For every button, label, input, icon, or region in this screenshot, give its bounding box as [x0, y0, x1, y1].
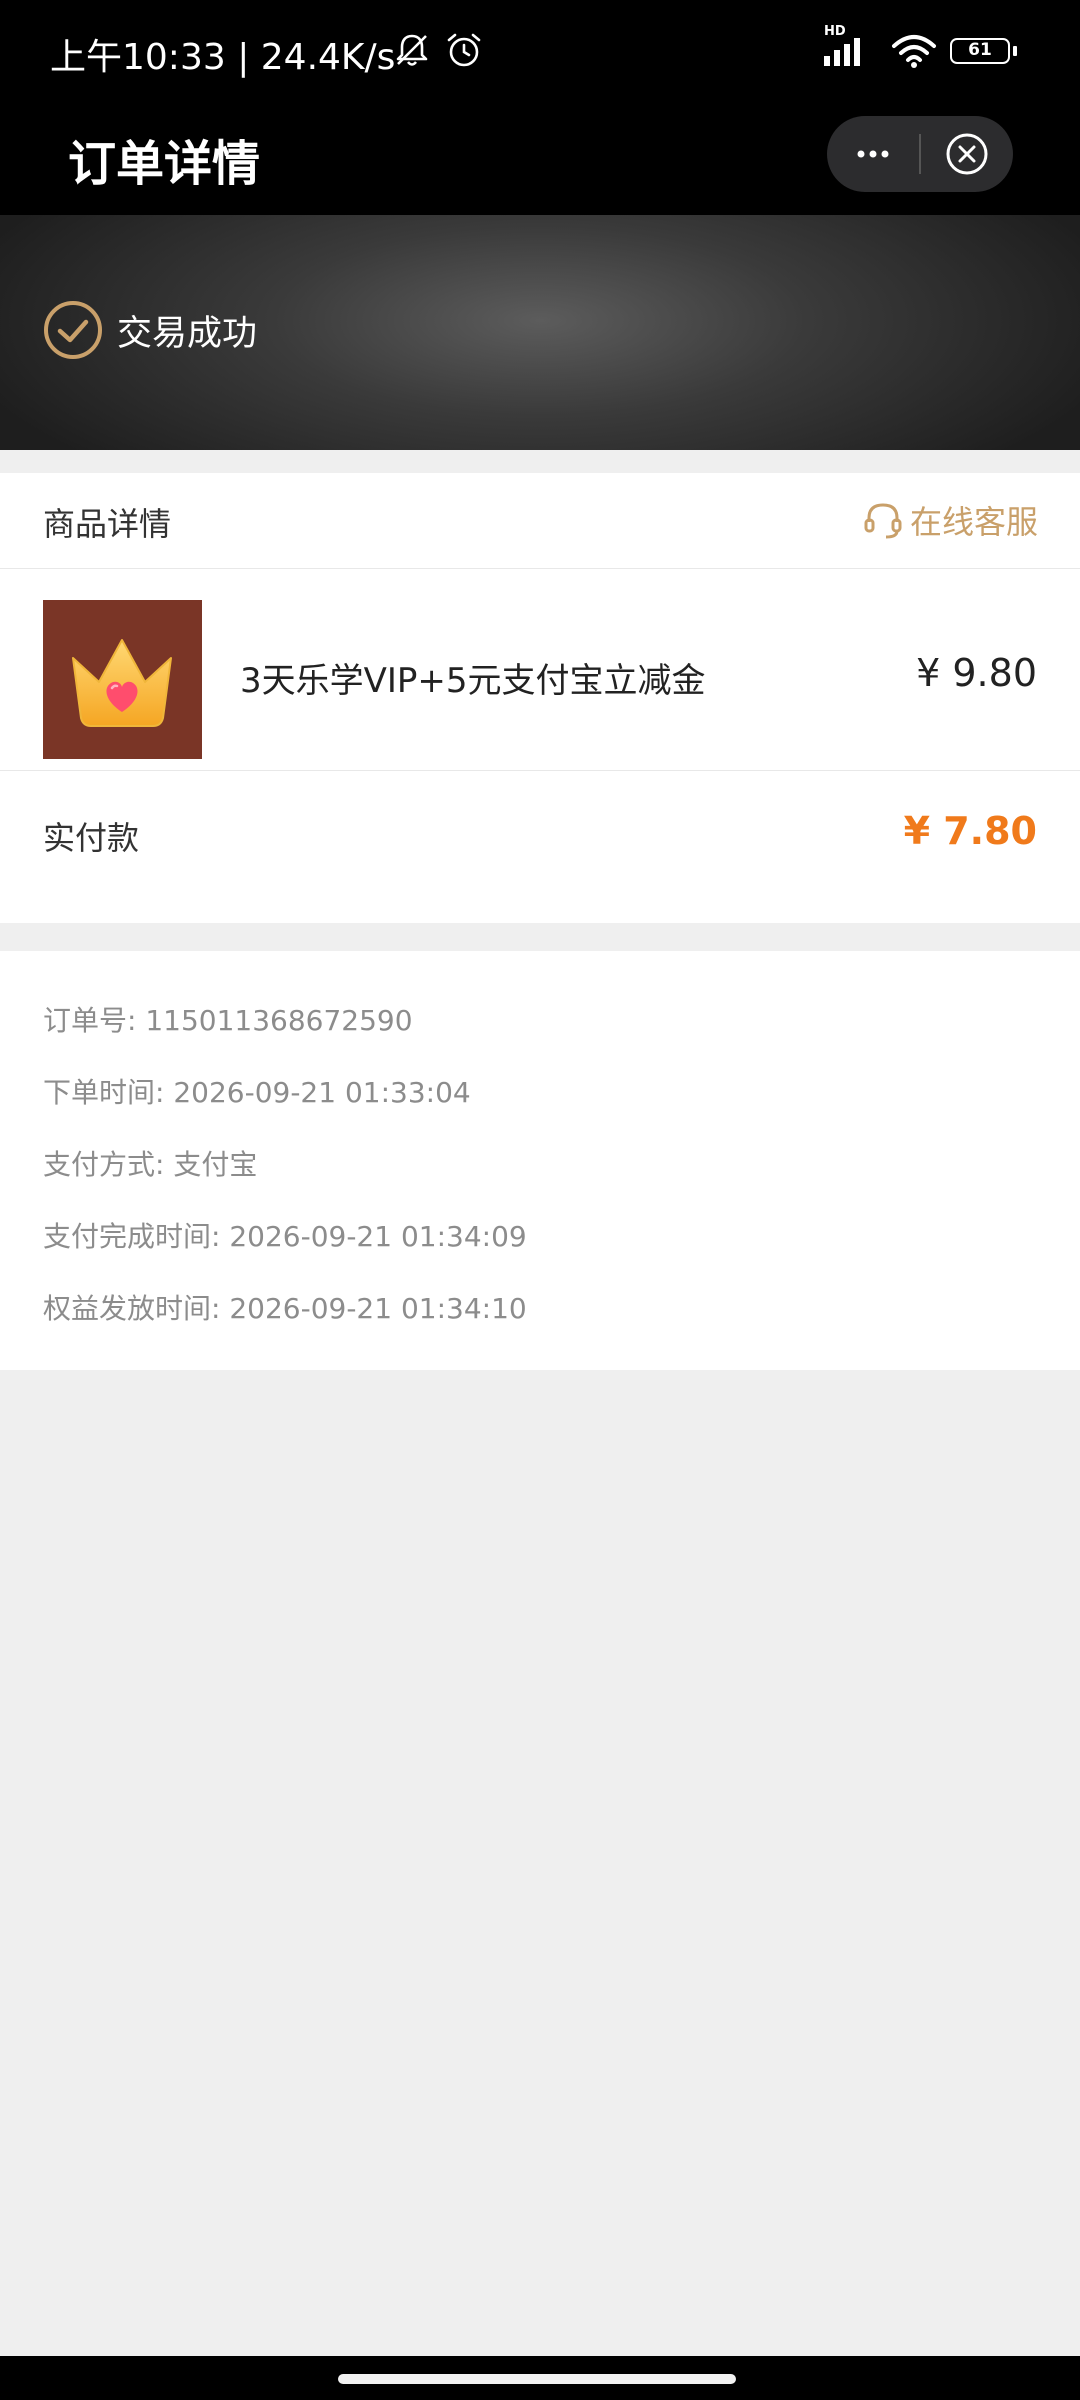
home-indicator[interactable]	[338, 2374, 736, 2384]
mini-program-capsule	[827, 116, 1013, 192]
signal-icon: HD	[822, 24, 878, 74]
benefit-issue-time: 权益发放时间: 2026-09-21 01:34:10	[43, 1292, 527, 1325]
online-service-link[interactable]: 在线客服	[864, 497, 1038, 543]
status-time: 上午10:33 | 24.4K/s	[50, 37, 396, 78]
product-card: 商品详情 在线客服 3天乐学VIP+5元支付宝立减金 ¥ 9.80 实付款 ¥ …	[0, 473, 1080, 923]
status-left-icons	[392, 30, 484, 74]
battery-level: 61	[968, 40, 992, 60]
check-circle-icon	[44, 301, 102, 359]
order-number: 订单号: 115011368672590	[43, 1004, 413, 1037]
headset-icon	[864, 503, 902, 539]
app-header: 订单详情	[0, 110, 1080, 215]
paid-label: 实付款	[43, 819, 140, 857]
order-status-banner: 交易成功	[0, 215, 1080, 450]
system-nav-bar	[0, 2356, 1080, 2400]
paid-row: 实付款 ¥ 7.80	[0, 771, 1080, 923]
alarm-icon	[444, 30, 484, 74]
order-time: 下单时间: 2026-09-21 01:33:04	[43, 1076, 471, 1109]
product-section-title: 商品详情	[43, 505, 172, 543]
network-label: HD	[824, 24, 846, 39]
more-dots-icon	[857, 150, 889, 158]
online-service-label: 在线客服	[909, 503, 1038, 541]
order-status-text: 交易成功	[117, 313, 258, 354]
product-row[interactable]: 3天乐学VIP+5元支付宝立减金 ¥ 9.80	[0, 569, 1080, 771]
product-thumbnail	[43, 600, 202, 759]
wifi-icon	[890, 30, 938, 74]
battery-icon: 61	[950, 36, 1020, 68]
product-price: ¥ 9.80	[916, 651, 1037, 695]
payment-method: 支付方式: 支付宝	[43, 1148, 258, 1181]
product-card-header: 商品详情 在线客服	[0, 473, 1080, 569]
more-button[interactable]	[827, 116, 919, 192]
order-status: 交易成功	[43, 300, 257, 360]
order-info-card: 订单号: 115011368672590 下单时间: 2026-09-21 01…	[0, 951, 1080, 1370]
close-circle-icon	[946, 133, 988, 175]
close-button[interactable]	[921, 116, 1013, 192]
crown-heart-icon	[72, 639, 172, 727]
status-bar: 上午10:33 | 24.4K/s HD 61	[0, 0, 1080, 110]
page-title: 订单详情	[68, 136, 261, 192]
product-name: 3天乐学VIP+5元支付宝立减金	[240, 661, 706, 701]
paid-amount: ¥ 7.80	[903, 809, 1037, 853]
bell-off-icon	[392, 30, 432, 74]
payment-complete-time: 支付完成时间: 2026-09-21 01:34:09	[43, 1220, 527, 1253]
status-icons: HD 61	[822, 24, 1020, 74]
